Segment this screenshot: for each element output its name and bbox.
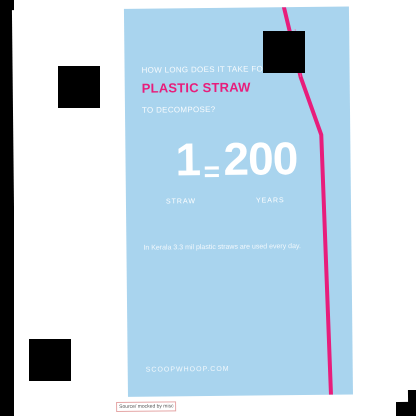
redaction-block-1 — [263, 31, 305, 73]
screenshot-stage: HOW LONG DOES IT TAKE FOR A PLASTIC STRA… — [0, 0, 416, 416]
infographic-poster: HOW LONG DOES IT TAKE FOR A PLASTIC STRA… — [123, 6, 353, 397]
straw-icon — [281, 6, 333, 397]
redaction-block-2 — [58, 66, 100, 108]
redaction-block-3 — [29, 339, 71, 381]
photo-caption: Source/ mocked by misc — [116, 401, 177, 412]
